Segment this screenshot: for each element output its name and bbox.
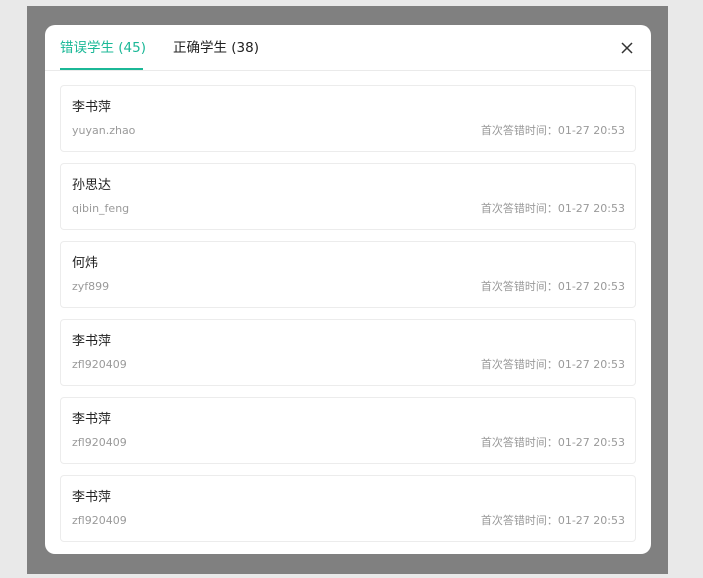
first-wrong-time: 首次答错时间：01-27 20:53 [480,202,625,215]
tab-bar: 错误学生 (45) 正确学生 (38) [45,25,651,71]
student-username: zfl920409 [72,436,127,449]
student-name: 何炜 [72,256,99,271]
student-username: zyf899 [72,280,110,293]
first-wrong-time: 首次答错时间：01-27 20:53 [480,280,625,293]
student-name: 李书萍 [72,100,112,115]
student-card[interactable]: 李书萍 zfl920409 首次答错时间：01-27 20:53 [60,475,636,542]
student-username: qibin_feng [72,202,130,215]
first-wrong-time: 首次答错时间：01-27 20:53 [480,358,625,371]
student-username: yuyan.zhao [72,124,136,137]
student-card[interactable]: 李书萍 zfl920409 首次答错时间：01-27 20:53 [60,319,636,386]
student-card[interactable]: 何炜 zyf899 首次答错时间：01-27 20:53 [60,241,636,308]
student-name: 李书萍 [72,412,112,427]
active-tab-indicator [60,68,143,70]
student-name: 李书萍 [72,490,112,505]
first-wrong-time: 首次答错时间：01-27 20:53 [480,436,625,449]
student-card[interactable]: 李书萍 zfl920409 首次答错时间：01-27 20:53 [60,397,636,464]
tab-wrong-students[interactable]: 错误学生 (45) [60,39,146,57]
student-list[interactable]: 李书萍 yuyan.zhao 首次答错时间：01-27 20:53 孙思达 qi… [60,85,636,553]
student-name: 李书萍 [72,334,112,349]
student-username: zfl920409 [72,514,127,527]
student-name: 孙思达 [72,178,112,193]
student-username: zfl920409 [72,358,127,371]
tab-correct-students[interactable]: 正确学生 (38) [173,39,259,57]
student-card[interactable]: 李书萍 yuyan.zhao 首次答错时间：01-27 20:53 [60,85,636,152]
close-button[interactable] [617,38,637,58]
student-card[interactable]: 孙思达 qibin_feng 首次答错时间：01-27 20:53 [60,163,636,230]
first-wrong-time: 首次答错时间：01-27 20:53 [480,124,625,137]
first-wrong-time: 首次答错时间：01-27 20:53 [480,514,625,527]
student-list-dialog: 错误学生 (45) 正确学生 (38) 李书萍 yuyan.zhao 首次答错时… [45,25,651,554]
close-icon [621,42,633,54]
